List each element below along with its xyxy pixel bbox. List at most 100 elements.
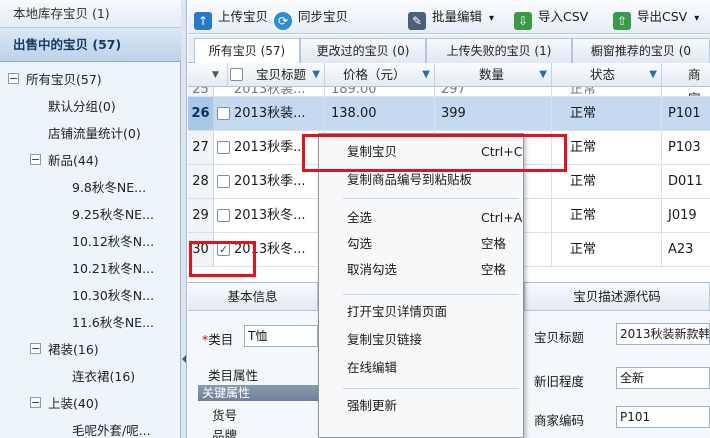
row-checkbox-cell[interactable]: [214, 131, 234, 164]
title-input[interactable]: 2013秋装新款韩: [616, 323, 710, 345]
menu-item-label: 在线编辑: [347, 360, 398, 375]
tree-item[interactable]: − 新品(44): [0, 147, 181, 174]
tree-item-label: 10.12秋冬N...: [72, 234, 155, 249]
sync-icon: ⟳: [274, 12, 292, 30]
row-checkbox[interactable]: [217, 107, 230, 120]
batch-edit-button[interactable]: ✎ 批量编辑 ▾: [408, 6, 494, 30]
row-title: 2013秋冬...: [234, 199, 325, 232]
title-label: 宝贝标题: [534, 330, 585, 345]
column-merchant[interactable]: 商家: [662, 63, 710, 106]
sort-down-icon[interactable]: ▼: [212, 63, 219, 87]
import-csv-button[interactable]: ⇩ 导入CSV: [514, 6, 588, 30]
menu-item-check[interactable]: 勾选 空格: [319, 232, 523, 256]
row-merchant-code: A23: [668, 242, 694, 257]
menu-item-label: 强制更新: [347, 398, 398, 413]
table-row[interactable]: 26 2013秋装... 138.00 399 正常 P101: [188, 97, 710, 131]
menu-item-label: 全选: [347, 210, 373, 225]
tree-item[interactable]: 连衣裙(16): [0, 363, 181, 390]
category-input[interactable]: T恤: [244, 325, 318, 347]
collapse-icon[interactable]: −: [30, 343, 41, 354]
tree-item-label: 10.21秋冬N...: [72, 261, 155, 276]
collapse-icon[interactable]: −: [8, 73, 19, 84]
table-row-partial[interactable]: 25 2013秋装... 189.00 297 正常: [188, 87, 710, 97]
menu-item-shortcut: Ctrl+A: [481, 210, 523, 225]
tree-item[interactable]: − 所有宝贝(57): [0, 66, 181, 93]
sidebar-splitter[interactable]: [181, 0, 187, 438]
export-csv-icon: ⇧: [613, 12, 631, 30]
collapse-icon[interactable]: −: [30, 397, 41, 408]
collapse-icon[interactable]: −: [30, 154, 41, 165]
tab-all-items[interactable]: 所有宝贝 (57): [194, 38, 300, 64]
local-inventory-header[interactable]: 本地库存宝贝 (1): [0, 0, 181, 28]
menu-item-force-update[interactable]: 强制更新: [319, 394, 523, 418]
filter-icon[interactable]: ▼: [422, 63, 430, 87]
column-price[interactable]: 价格（元） ▼: [325, 63, 435, 87]
tree-item-label: 毛呢外套/呢...: [72, 423, 151, 438]
column-status[interactable]: 状态 ▼: [552, 63, 662, 87]
row-price: 189.00: [325, 87, 435, 96]
tree-item[interactable]: 毛呢外套/呢...: [0, 417, 181, 438]
column-quantity[interactable]: 数量 ▼: [435, 63, 552, 87]
filter-icon[interactable]: ▼: [539, 63, 547, 87]
tab-changed-items[interactable]: 更改过的宝贝 (0): [300, 38, 426, 63]
tree-item[interactable]: 默认分组(0): [0, 93, 181, 120]
sync-button[interactable]: ⟳ 同步宝贝: [274, 6, 348, 30]
filter-icon[interactable]: ▼: [649, 63, 657, 87]
tab-basic-info[interactable]: 基本信息: [188, 283, 318, 311]
menu-item-copy-code[interactable]: 复制商品编号到粘贴板: [319, 168, 523, 192]
key-attributes-header: 关键属性: [198, 385, 318, 401]
condition-select[interactable]: 全新: [616, 367, 710, 389]
row-price: 138.00: [325, 97, 435, 130]
tree-item[interactable]: 10.21秋冬N...: [0, 255, 181, 282]
tab-upload-failed[interactable]: 上传失败的宝贝 (1): [426, 38, 572, 63]
batch-edit-dropdown-icon[interactable]: ▾: [489, 13, 494, 24]
menu-item-open-detail[interactable]: 打开宝贝详情页面: [319, 300, 523, 324]
tree-item[interactable]: − 裙装(16): [0, 336, 181, 363]
on-sale-header[interactable]: 出售中的宝贝 (57): [0, 28, 181, 62]
export-csv-button[interactable]: ⇧ 导出CSV ▾: [613, 6, 699, 30]
row-checkbox[interactable]: ✓: [217, 243, 230, 256]
tab-window-recommended[interactable]: 橱窗推荐的宝贝 (0: [572, 38, 710, 63]
tree-item[interactable]: 9.25秋冬NE...: [0, 201, 181, 228]
collapse-arrow-icon[interactable]: [182, 355, 186, 363]
import-csv-icon: ⇩: [514, 12, 532, 30]
tree-item-label: 新品(44): [48, 153, 99, 168]
menu-item-copy-item[interactable]: 复制宝贝 Ctrl+C: [319, 140, 523, 164]
menu-item-uncheck[interactable]: 取消勾选 空格: [319, 258, 523, 282]
row-checkbox-cell[interactable]: [214, 97, 234, 130]
row-quantity: 399: [435, 97, 552, 130]
row-number: 29: [188, 199, 214, 232]
tree-item-label: 9.25秋冬NE...: [72, 207, 155, 222]
row-checkbox[interactable]: [217, 209, 230, 222]
tree-item[interactable]: 9.8秋冬NE...: [0, 174, 181, 201]
row-checkbox[interactable]: [217, 141, 230, 154]
context-menu: 复制宝贝 Ctrl+C 复制商品编号到粘贴板 全选 Ctrl+A 勾选 空格 取…: [318, 133, 524, 438]
row-checkbox-cell[interactable]: [214, 165, 234, 198]
tree-item-label: 9.8秋冬NE...: [72, 180, 147, 195]
tree-item[interactable]: 10.30秋冬N...: [0, 282, 181, 309]
menu-item-label: 复制宝贝链接: [347, 332, 423, 347]
row-status: 正常: [552, 233, 662, 266]
tree-item[interactable]: 11.6秋冬NE...: [0, 309, 181, 336]
condition-label: 新旧程度: [534, 374, 585, 389]
export-csv-dropdown-icon[interactable]: ▾: [694, 13, 699, 24]
merchant-code-input[interactable]: P101: [616, 406, 710, 428]
tab-description-source[interactable]: 宝贝描述源代码: [524, 283, 710, 311]
menu-item-select-all[interactable]: 全选 Ctrl+A: [319, 206, 523, 230]
row-checkbox-cell[interactable]: ✓: [214, 233, 234, 266]
column-title[interactable]: 宝贝标题 ▼: [228, 63, 325, 87]
row-checkbox[interactable]: [217, 175, 230, 188]
row-merchant-code: D011: [668, 174, 703, 189]
merchant-code-label: 商家编码: [534, 413, 585, 428]
menu-item-online-edit[interactable]: 在线编辑: [319, 356, 523, 380]
row-title: 2013秋装...: [234, 87, 325, 96]
tree-item[interactable]: − 上装(40): [0, 390, 181, 417]
menu-item-copy-link[interactable]: 复制宝贝链接: [319, 328, 523, 352]
row-merchant-code: P101: [668, 106, 701, 121]
tree-item[interactable]: 店铺流量统计(0): [0, 120, 181, 147]
upload-button[interactable]: ↑ 上传宝贝: [194, 6, 268, 30]
tree-item-label: 所有宝贝(57): [26, 72, 102, 87]
row-checkbox-cell[interactable]: [214, 199, 234, 232]
filter-icon[interactable]: ▼: [312, 63, 320, 87]
tree-item[interactable]: 10.12秋冬N...: [0, 228, 181, 255]
